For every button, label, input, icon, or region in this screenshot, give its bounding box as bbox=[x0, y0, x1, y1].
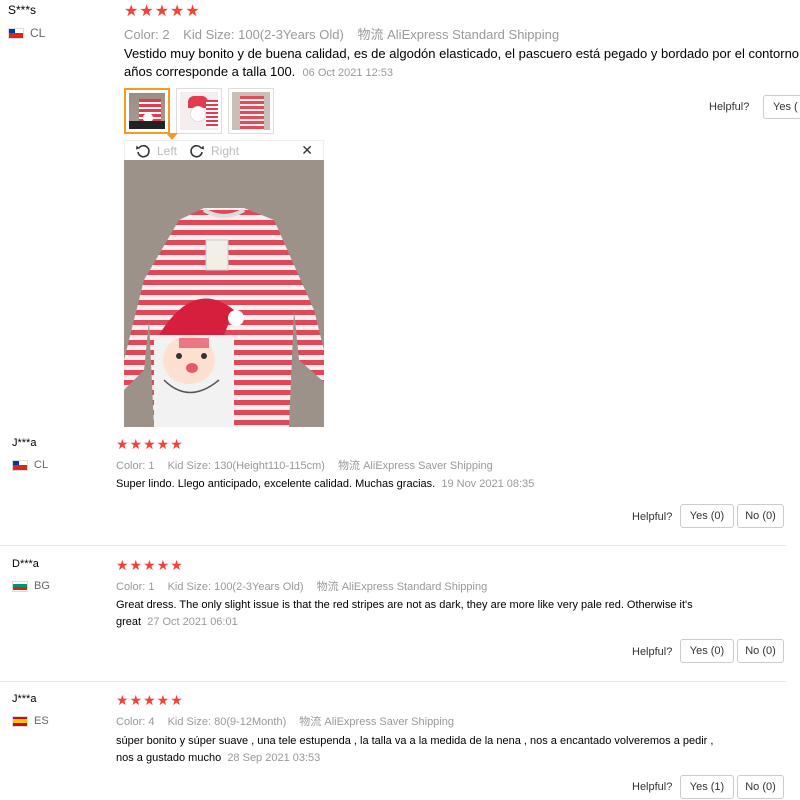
size-value: 100(2-3Years Old) bbox=[238, 27, 344, 42]
reviewer-country: CL bbox=[12, 459, 48, 471]
size-value: 130(Height110-115cm) bbox=[214, 460, 325, 472]
reviewer-name: D***a bbox=[12, 558, 39, 570]
shipping-value: AliExpress Saver Shipping bbox=[363, 460, 493, 472]
country-code: CL bbox=[30, 26, 46, 40]
shipping-label: 物流 bbox=[357, 27, 384, 42]
review-text-tail: nos a gustado mucho bbox=[116, 752, 222, 764]
rotate-right-label: Right bbox=[211, 143, 240, 158]
shipping-label: 物流 bbox=[338, 460, 361, 472]
color-value: 4 bbox=[148, 716, 155, 728]
helpful-no-button[interactable]: No (0) bbox=[737, 775, 784, 799]
thumb-pointer-icon bbox=[166, 133, 178, 140]
color-label: Color: bbox=[116, 581, 146, 593]
review-date: 06 Oct 2021 12:53 bbox=[302, 67, 394, 79]
review-text: Vestido muy bonito y de buena calidad, e… bbox=[124, 45, 800, 82]
review-text-line: great 27 Oct 2021 06:01 bbox=[116, 614, 716, 631]
review-text-line: nos a gustado mucho 28 Sep 2021 03:53 bbox=[116, 750, 716, 767]
review-meta: Color: 1 Kid Size: 100(2-3Years Old) 物流 … bbox=[116, 578, 497, 594]
review-date: 28 Sep 2021 03:53 bbox=[227, 752, 321, 764]
helpful-no-button[interactable]: No (0) bbox=[737, 504, 784, 528]
star-rating: ★★★★★ bbox=[116, 692, 184, 708]
star-rating: ★★★★★ bbox=[124, 3, 201, 20]
size-value: 100(2-3Years Old) bbox=[214, 581, 304, 593]
size-label: Kid Size: bbox=[183, 27, 235, 42]
star-rating: ★★★★★ bbox=[116, 557, 184, 573]
color-label: Color: bbox=[116, 460, 146, 472]
review-text: súper bonito y súper suave , una tele es… bbox=[116, 733, 716, 767]
helpful-label: Helpful? bbox=[632, 511, 673, 523]
review-text-tail: great bbox=[116, 616, 142, 628]
country-code: ES bbox=[34, 715, 49, 727]
rotate-left-button[interactable]: Left bbox=[135, 143, 177, 159]
star-rating: ★★★★★ bbox=[116, 436, 184, 452]
color-value: 1 bbox=[148, 581, 155, 593]
size-label: Kid Size: bbox=[167, 581, 212, 593]
color-label: Color: bbox=[124, 27, 159, 42]
rotate-right-button[interactable]: Right bbox=[189, 143, 239, 159]
review-meta: Color: 2 Kid Size: 100(2-3Years Old) 物流 … bbox=[124, 24, 569, 43]
review-meta: Color: 1 Kid Size: 130(Height110-115cm) … bbox=[116, 457, 503, 473]
review-text-line: súper bonito y súper suave , una tele es… bbox=[116, 735, 714, 747]
review-text-line: Super lindo. Llego anticipado, excelente… bbox=[116, 478, 436, 490]
size-label: Kid Size: bbox=[167, 460, 212, 472]
reviewer-country: CL bbox=[8, 26, 45, 40]
shipping-value: AliExpress Standard Shipping bbox=[387, 27, 560, 42]
bulgaria-flag-icon bbox=[12, 580, 28, 592]
review-meta: Color: 4 Kid Size: 80(9-12Month) 物流 AliE… bbox=[116, 713, 464, 729]
review-photo-thumb[interactable] bbox=[228, 88, 274, 134]
review-text: Great dress. The only slight issue is th… bbox=[116, 597, 716, 631]
helpful-label: Helpful? bbox=[632, 646, 673, 658]
review-text-tail: años corresponde a talla 100. bbox=[124, 64, 296, 79]
country-code: BG bbox=[34, 580, 50, 592]
shipping-label: 物流 bbox=[316, 581, 339, 593]
helpful-yes-button[interactable]: Yes (0) bbox=[680, 504, 734, 528]
close-icon[interactable]: ✕ bbox=[301, 142, 313, 159]
review-divider bbox=[0, 681, 786, 682]
dress-photo bbox=[124, 160, 324, 427]
review-divider bbox=[0, 545, 786, 546]
rotate-right-icon bbox=[190, 144, 205, 158]
review-text: Super lindo. Llego anticipado, excelente… bbox=[116, 476, 534, 493]
spain-flag-icon bbox=[12, 715, 28, 727]
review-text-line: Great dress. The only slight issue is th… bbox=[116, 599, 693, 611]
color-label: Color: bbox=[116, 716, 146, 728]
helpful-no-button[interactable]: No (0) bbox=[737, 639, 784, 663]
review-date: 19 Nov 2021 08:35 bbox=[441, 478, 535, 490]
review-date: 27 Oct 2021 06:01 bbox=[147, 616, 238, 628]
country-code: CL bbox=[34, 459, 49, 471]
reviewer-name: J***a bbox=[12, 693, 37, 705]
review-photo-thumb[interactable] bbox=[124, 88, 170, 134]
color-value: 1 bbox=[148, 460, 155, 472]
rotate-left-label: Left bbox=[157, 143, 178, 158]
reviewer-name: J***a bbox=[12, 437, 37, 449]
review-text-line: Vestido muy bonito y de buena calidad, e… bbox=[124, 46, 800, 61]
review-photo-thumb[interactable] bbox=[176, 88, 222, 134]
color-value: 2 bbox=[162, 27, 170, 42]
chile-flag-icon bbox=[8, 27, 24, 39]
shipping-value: AliExpress Saver Shipping bbox=[324, 716, 454, 728]
rotate-left-icon bbox=[136, 144, 150, 158]
helpful-yes-button[interactable]: Yes (0) bbox=[680, 639, 734, 663]
helpful-yes-button[interactable]: Yes ( bbox=[763, 95, 800, 119]
shipping-label: 物流 bbox=[299, 716, 322, 728]
reviewer-name: S***s bbox=[8, 3, 37, 17]
review-text-line: años corresponde a talla 100. 06 Oct 202… bbox=[124, 63, 800, 82]
photo-viewer-toolbar: Left Right ✕ bbox=[124, 140, 324, 160]
reviewer-country: ES bbox=[12, 715, 49, 727]
helpful-label: Helpful? bbox=[709, 101, 750, 113]
helpful-label: Helpful? bbox=[632, 781, 673, 793]
shipping-value: AliExpress Standard Shipping bbox=[341, 581, 488, 593]
size-value: 80(9-12Month) bbox=[214, 716, 287, 728]
helpful-yes-button[interactable]: Yes (1) bbox=[680, 775, 734, 799]
chile-flag-icon bbox=[12, 459, 28, 471]
reviewer-country: BG bbox=[12, 580, 50, 592]
size-label: Kid Size: bbox=[167, 716, 212, 728]
review-photo-large bbox=[124, 160, 324, 427]
